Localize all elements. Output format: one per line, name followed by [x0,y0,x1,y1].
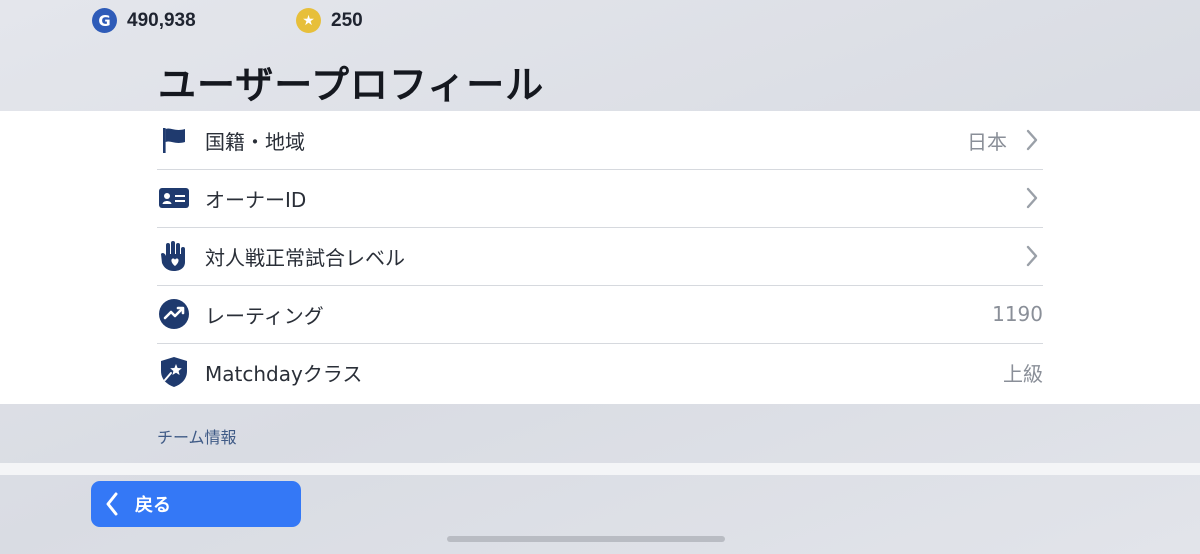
coin-currency: ★ 250 [296,8,363,33]
row-value: 上級 [1003,361,1043,386]
row-label: 対人戦正常試合レベル [205,245,405,270]
back-button-label: 戻る [135,495,171,516]
shield-star-icon [157,355,191,389]
home-indicator[interactable] [447,536,725,542]
gp-icon: G [92,8,117,33]
next-section-strip [0,463,1200,475]
flag-icon [157,123,191,157]
row-label: オーナーID [205,187,307,212]
trend-chart-icon [157,297,191,331]
section-header-team-info: チーム情報 [157,428,237,447]
profile-row-rating: レーティング 1190 [157,285,1043,344]
gp-value: 490,938 [127,9,196,31]
row-label: 国籍・地域 [205,129,305,154]
profile-list: 国籍・地域 日本 オーナーID 対人戦正常試合レベル レーティング 1190 M… [0,111,1200,404]
profile-row-owner-id[interactable]: オーナーID [157,169,1043,228]
row-value: 日本 [967,129,1007,154]
id-card-icon [157,181,191,215]
back-button[interactable]: 戻る [91,481,301,527]
row-label: Matchdayクラス [205,361,363,386]
chevron-right-icon [1021,129,1043,151]
profile-row-nationality[interactable]: 国籍・地域 日本 [157,111,1043,170]
page-title: ユーザープロフィール [158,63,545,107]
chevron-right-icon [1021,245,1043,267]
profile-row-fair-play-level[interactable]: 対人戦正常試合レベル [157,227,1043,286]
hand-heart-icon [157,239,191,273]
coin-icon: ★ [296,8,321,33]
chevron-right-icon [1021,187,1043,209]
profile-row-matchday-class: Matchdayクラス 上級 [157,343,1043,401]
row-label: レーティング [205,303,324,328]
row-value: 1190 [992,302,1043,326]
gp-currency: G 490,938 [92,8,196,33]
coin-value: 250 [331,9,363,31]
chevron-left-icon [105,492,125,516]
